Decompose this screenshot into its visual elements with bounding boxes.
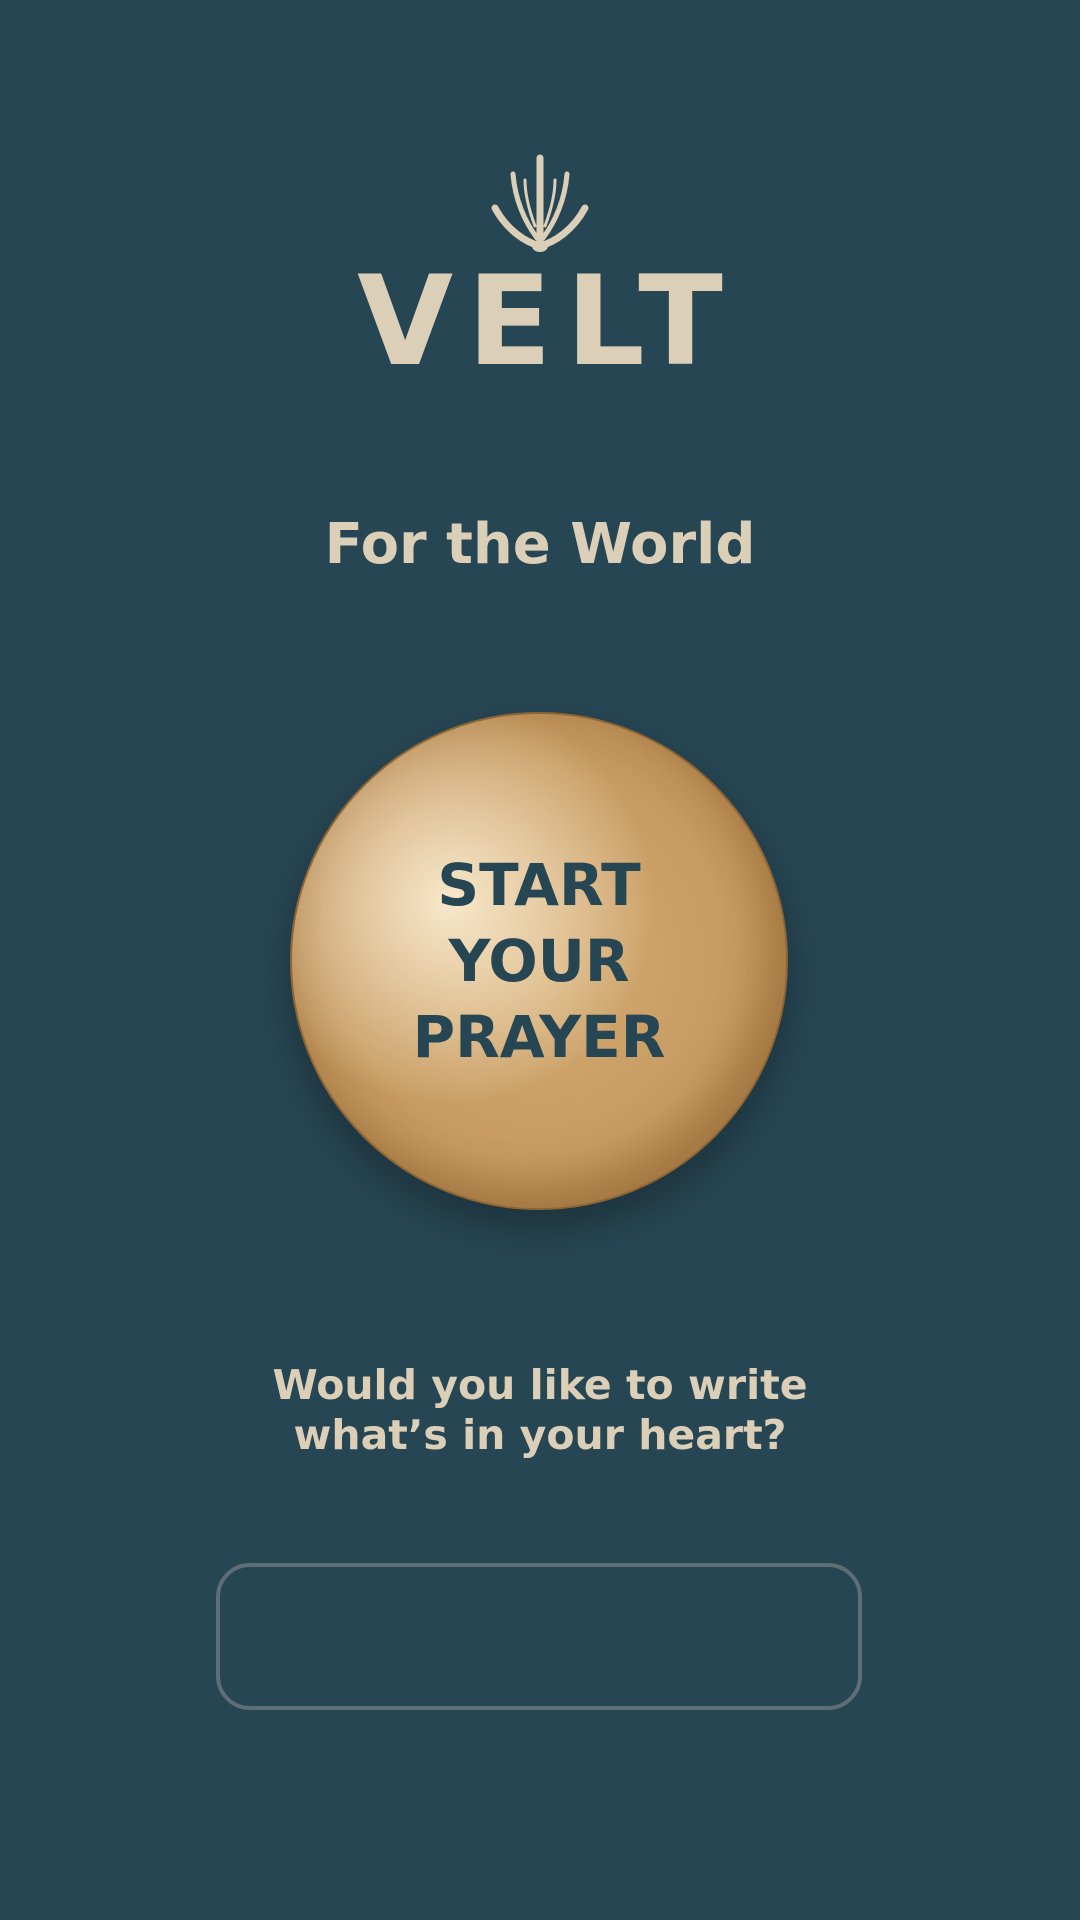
- page-subtitle: For the World: [324, 512, 756, 577]
- brand-name: VELT: [357, 250, 737, 394]
- write-prompt-line1: Would you like to write: [272, 1361, 808, 1409]
- start-prayer-label-line2: YOUR: [448, 927, 630, 995]
- start-prayer-button[interactable]: START YOUR PRAYER: [290, 712, 788, 1210]
- heart-text-input[interactable]: [216, 1563, 862, 1710]
- write-prompt: Would you like to write what’s in your h…: [0, 1360, 1080, 1460]
- start-prayer-label: START YOUR PRAYER: [413, 847, 666, 1075]
- app-logo: VELT: [0, 150, 1080, 384]
- write-prompt-line2: what’s in your heart?: [293, 1411, 787, 1459]
- start-prayer-label-line1: START: [437, 851, 641, 919]
- start-prayer-label-line3: PRAYER: [412, 1003, 666, 1071]
- sprout-icon: [491, 154, 589, 252]
